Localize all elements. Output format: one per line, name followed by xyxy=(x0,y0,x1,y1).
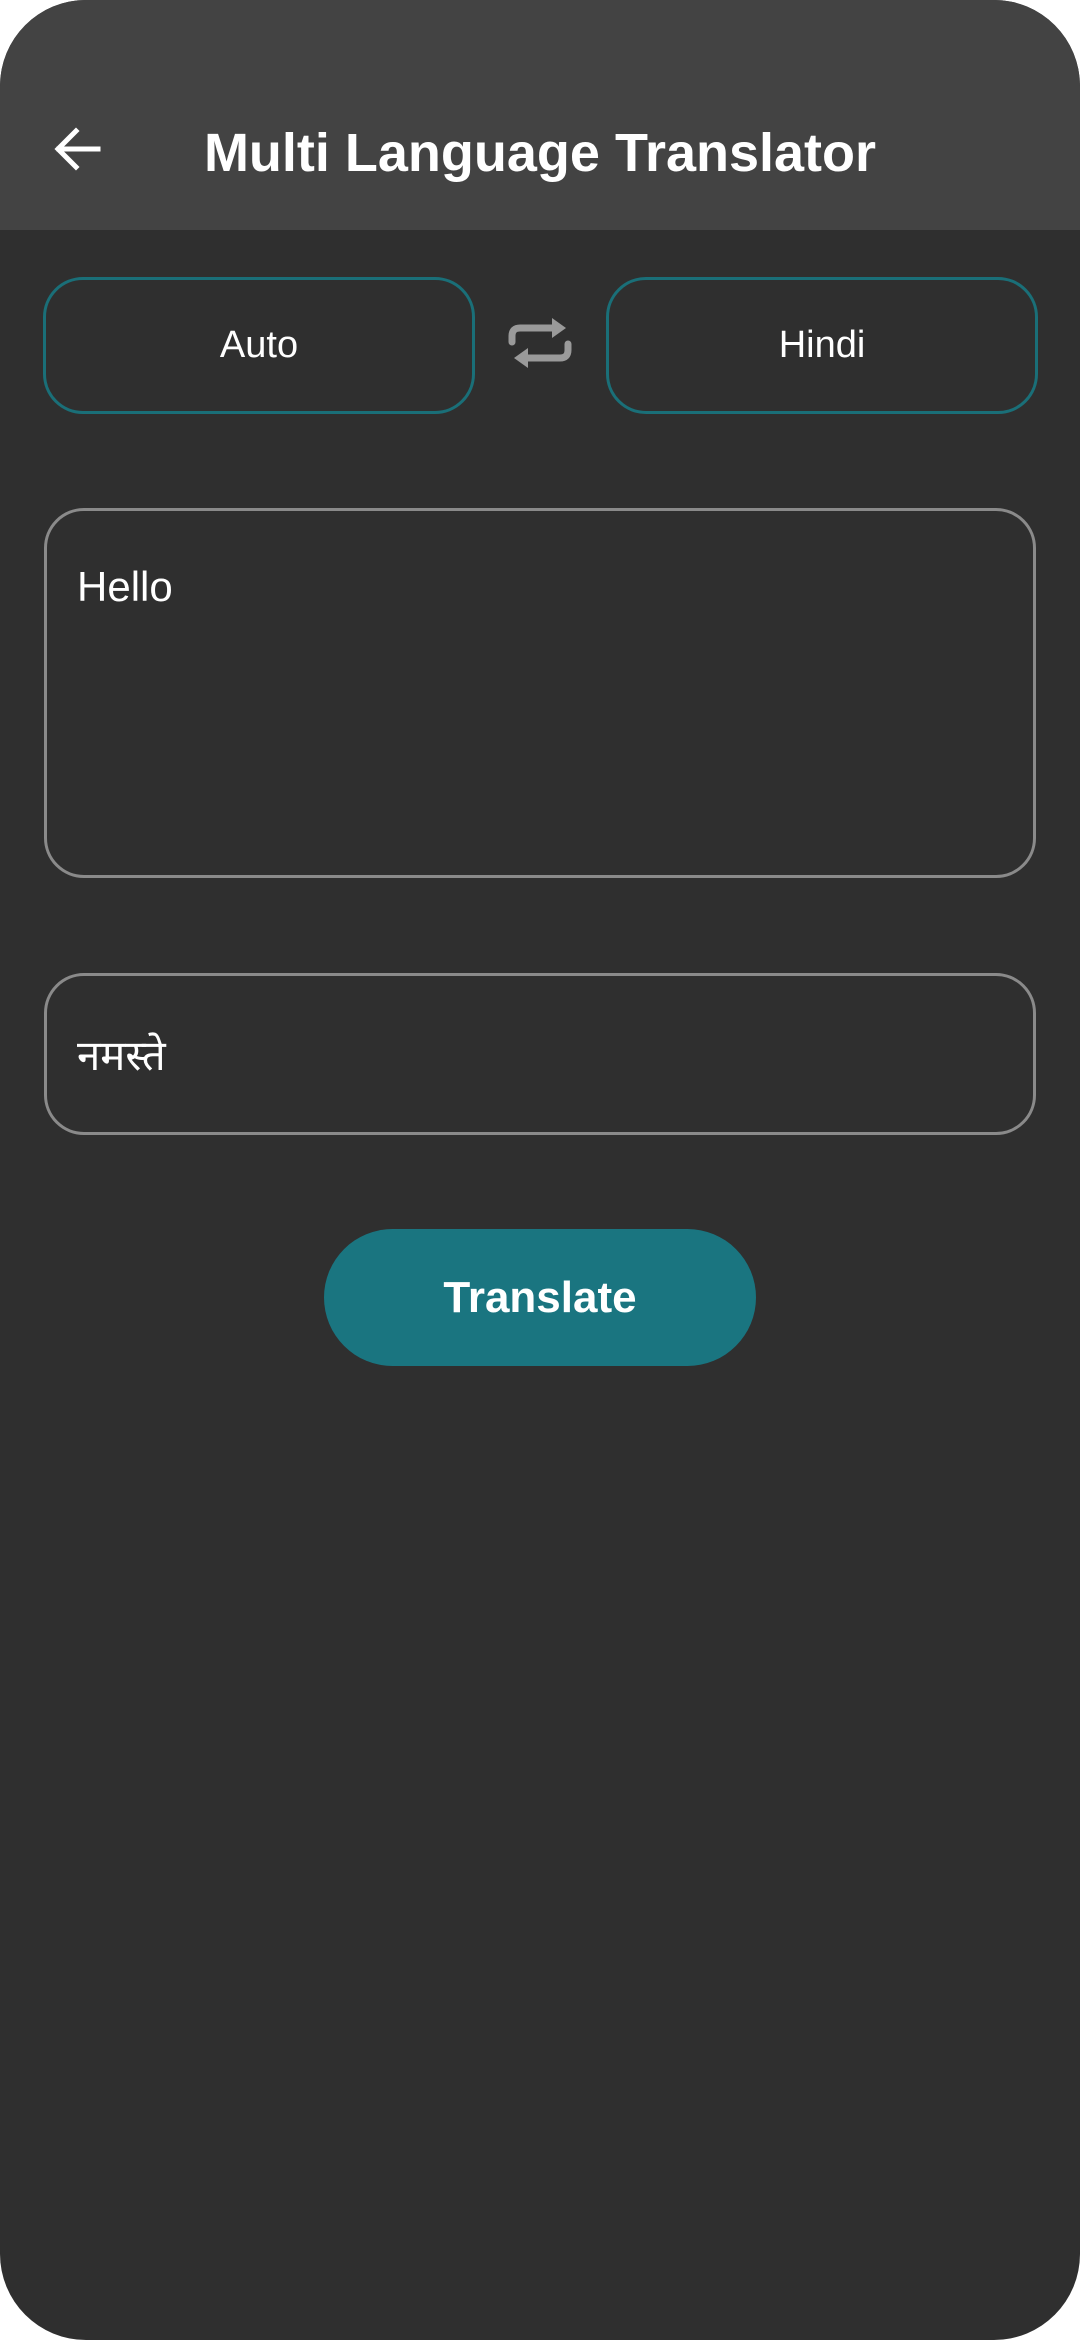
app-bar: Multi Language Translator xyxy=(0,0,1080,230)
target-language-button[interactable]: Hindi xyxy=(606,277,1038,414)
translate-button[interactable]: Translate xyxy=(324,1229,756,1366)
swap-languages-button[interactable] xyxy=(506,315,574,375)
source-language-button[interactable]: Auto xyxy=(43,277,475,414)
swap-arrows-icon xyxy=(508,316,572,375)
page-title: Multi Language Translator xyxy=(203,123,877,183)
translated-text-output: नमस्ते xyxy=(44,973,1036,1135)
app-screen: Multi Language Translator Auto Hindi Hel… xyxy=(0,0,1080,2340)
source-text-input[interactable]: Hello xyxy=(44,508,1036,878)
